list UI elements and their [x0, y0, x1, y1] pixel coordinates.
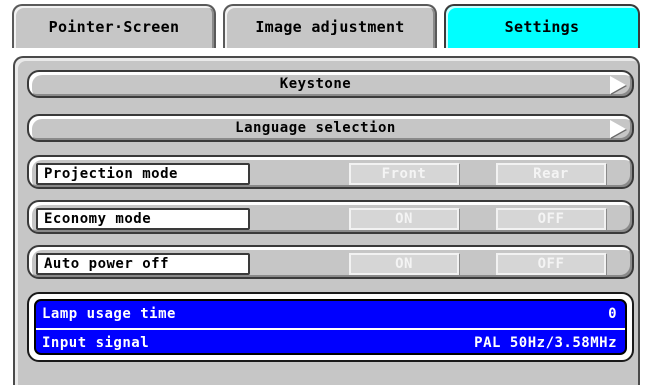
projection-mode-row: Projection mode Front Rear	[27, 155, 634, 189]
language-selection-menu-item[interactable]: Language selection	[27, 114, 634, 142]
auto-power-off-button[interactable]: OFF	[496, 253, 606, 275]
tab-image-adjustment[interactable]: Image adjustment	[223, 4, 437, 48]
projection-rear-button[interactable]: Rear	[496, 163, 606, 185]
status-info-panel: Lamp usage time 0 Input signal PAL 50Hz/…	[34, 299, 627, 355]
economy-mode-row: Economy mode ON OFF	[27, 200, 634, 234]
lamp-usage-value: 0	[608, 306, 617, 322]
tab-label: Settings	[504, 18, 580, 36]
lamp-usage-row: Lamp usage time 0	[36, 301, 625, 327]
auto-power-off-label: Auto power off	[36, 253, 250, 275]
auto-power-off-row: Auto power off ON OFF	[27, 245, 634, 279]
projection-front-button[interactable]: Front	[349, 163, 459, 185]
economy-on-button[interactable]: ON	[349, 208, 459, 230]
right-arrow-icon	[610, 76, 626, 94]
tab-pointer-screen[interactable]: Pointer·Screen	[12, 4, 216, 48]
tab-label: Pointer·Screen	[48, 18, 180, 36]
tab-settings[interactable]: Settings	[444, 4, 640, 48]
language-selection-label: Language selection	[235, 120, 396, 136]
tab-label: Image adjustment	[255, 18, 405, 36]
keystone-label: Keystone	[279, 76, 352, 92]
economy-mode-label: Economy mode	[36, 208, 250, 230]
input-signal-row: Input signal PAL 50Hz/3.58MHz	[36, 330, 625, 353]
right-arrow-icon	[610, 120, 626, 138]
lamp-usage-label: Lamp usage time	[42, 306, 176, 322]
status-info-box: Lamp usage time 0 Input signal PAL 50Hz/…	[27, 292, 634, 362]
auto-power-on-button[interactable]: ON	[349, 253, 459, 275]
keystone-menu-item[interactable]: Keystone	[27, 70, 634, 98]
projection-mode-label: Projection mode	[36, 163, 250, 185]
input-signal-value: PAL 50Hz/3.58MHz	[474, 335, 617, 351]
input-signal-label: Input signal	[42, 335, 150, 351]
economy-off-button[interactable]: OFF	[496, 208, 606, 230]
